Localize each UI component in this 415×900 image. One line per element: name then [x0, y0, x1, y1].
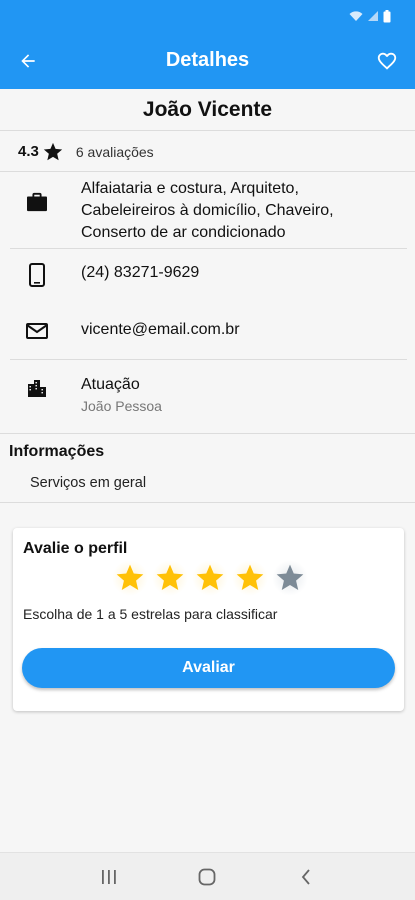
- profile-name: João Vicente: [0, 89, 415, 131]
- signal-icon: [368, 11, 378, 21]
- star-4-button[interactable]: [232, 560, 268, 596]
- area-value: João Pessoa: [81, 398, 162, 414]
- info-text: Serviços em geral: [30, 475, 147, 491]
- submit-review-button[interactable]: Avaliar: [22, 648, 395, 688]
- reviews-count: 6 avaliações: [75, 143, 154, 160]
- briefcase-icon: [27, 192, 47, 212]
- star-rating-input[interactable]: [112, 560, 308, 596]
- battery-icon: [383, 9, 391, 22]
- review-card-title: Avalie o perfil: [23, 540, 128, 557]
- services-text: Alfaiataria e costura, Arquiteto, Cabele…: [81, 180, 334, 241]
- mail-icon: [26, 323, 48, 339]
- area-label: Atuação: [81, 376, 140, 393]
- home-button[interactable]: [187, 857, 227, 897]
- info-title: Informações: [9, 443, 105, 460]
- divider: [0, 433, 415, 434]
- email-text: vicente@email.com.br: [81, 321, 240, 338]
- smartphone-icon: [29, 263, 45, 287]
- rating-score: 4.3: [18, 143, 39, 160]
- system-nav-bar: [0, 852, 415, 900]
- star-5-button[interactable]: [272, 560, 308, 596]
- review-card: Avalie o perfil Escolha de 1 a 5 estrela…: [13, 528, 404, 711]
- review-hint: Escolha de 1 a 5 estrelas para classific…: [23, 606, 278, 622]
- home-icon: [199, 868, 216, 885]
- star-filled-icon: [116, 564, 144, 590]
- page-title: Detalhes: [165, 49, 250, 71]
- divider: [0, 502, 415, 503]
- star-2-button[interactable]: [152, 560, 188, 596]
- wifi-icon: [349, 11, 363, 21]
- chevron-left-icon: [301, 868, 310, 885]
- star-1-button[interactable]: [112, 560, 148, 596]
- star-filled-icon: [236, 564, 264, 590]
- app-bar: Detalhes: [0, 32, 415, 89]
- status-bar: [0, 0, 415, 32]
- star-empty-icon: [276, 564, 304, 590]
- rating-summary: 4.3 6 avaliações: [0, 132, 415, 172]
- city-icon: [28, 380, 46, 397]
- star-icon: [43, 142, 63, 160]
- star-filled-icon: [196, 564, 224, 590]
- divider: [10, 359, 407, 360]
- services-row: Alfaiataria e costura, Arquiteto, Cabele…: [10, 178, 407, 244]
- area-row: Atuação João Pessoa: [10, 374, 407, 416]
- recent-apps-button[interactable]: [89, 857, 129, 897]
- star-filled-icon: [156, 564, 184, 590]
- favorite-button[interactable]: [359, 32, 415, 89]
- arrow-left-icon: [21, 53, 35, 68]
- divider: [10, 248, 407, 249]
- recent-apps-icon: [102, 869, 116, 884]
- back-button[interactable]: [0, 32, 56, 89]
- star-3-button[interactable]: [192, 560, 228, 596]
- phone-row[interactable]: (24) 83271-9629: [10, 262, 407, 287]
- email-row[interactable]: vicente@email.com.br: [10, 319, 407, 341]
- phone-text: (24) 83271-9629: [81, 264, 200, 281]
- back-nav-button[interactable]: [286, 857, 326, 897]
- heart-outline-icon: [377, 52, 397, 70]
